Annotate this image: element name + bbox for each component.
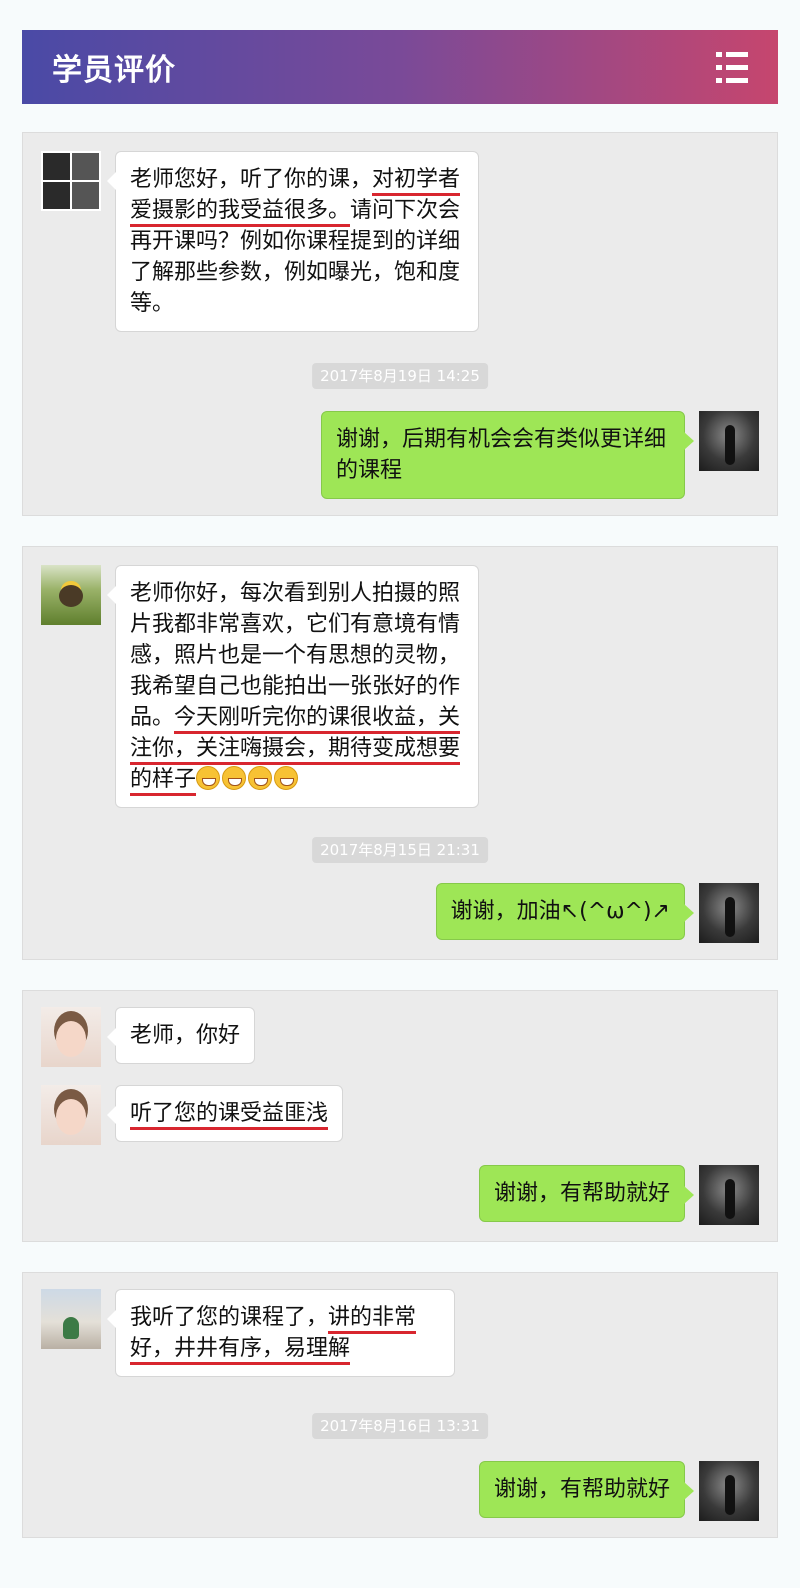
teacher-avatar[interactable] (699, 1461, 759, 1521)
student-message: 老师您好，听了你的课，对初学者爱摄影的我受益很多。请问下次会再开课吗？例如你课程… (107, 151, 479, 332)
review-card: 老师您好，听了你的课，对初学者爱摄影的我受益很多。请问下次会再开课吗？例如你课程… (22, 132, 778, 516)
teacher-avatar[interactable] (699, 1165, 759, 1225)
student-avatar[interactable] (41, 565, 101, 625)
student-message: 老师，你好 (106, 1007, 256, 1064)
student-avatar[interactable] (41, 151, 101, 211)
message-timestamp: 2017年8月15日 21:31 (312, 837, 488, 863)
review-card: 我听了您的课程了，讲的非常好，井井有序，易理解 2017年8月16日 13:31… (22, 1272, 778, 1538)
teacher-reply: 谢谢，有帮助就好 (478, 1461, 695, 1518)
student-avatar[interactable] (41, 1085, 101, 1145)
student-message: 听了您的课受益匪浅 (106, 1085, 344, 1142)
student-message: 我听了您的课程了，讲的非常好，井井有序，易理解 (107, 1289, 455, 1377)
student-avatar[interactable] (41, 1289, 101, 1349)
message-timestamp: 2017年8月19日 14:25 (312, 363, 488, 389)
page-header: 学员评价 (22, 30, 778, 104)
student-avatar[interactable] (41, 1007, 101, 1067)
teacher-avatar[interactable] (699, 411, 759, 471)
grin-emoji-icon (196, 766, 300, 792)
message-timestamp: 2017年8月16日 13:31 (312, 1413, 488, 1439)
highlighted-text: 听了您的课受益匪浅 (130, 1101, 329, 1130)
review-card: 老师，你好 听了您的课受益匪浅 谢谢，有帮助就好 (22, 990, 778, 1242)
teacher-reply: 谢谢，加油↖(^ω^)↗ (435, 883, 695, 940)
review-card: 老师你好，每次看到别人拍摄的照片我都非常喜欢，它们有意境有情感，照片也是一个有思… (22, 546, 778, 960)
page-title: 学员评价 (52, 53, 176, 88)
teacher-reply: 谢谢，有帮助就好 (478, 1165, 695, 1222)
student-message: 老师你好，每次看到别人拍摄的照片我都非常喜欢，它们有意境有情感，照片也是一个有思… (107, 565, 479, 808)
teacher-reply: 谢谢，后期有机会会有类似更详细的课程 (321, 411, 694, 499)
list-menu-icon[interactable] (716, 50, 748, 84)
teacher-avatar[interactable] (699, 883, 759, 943)
